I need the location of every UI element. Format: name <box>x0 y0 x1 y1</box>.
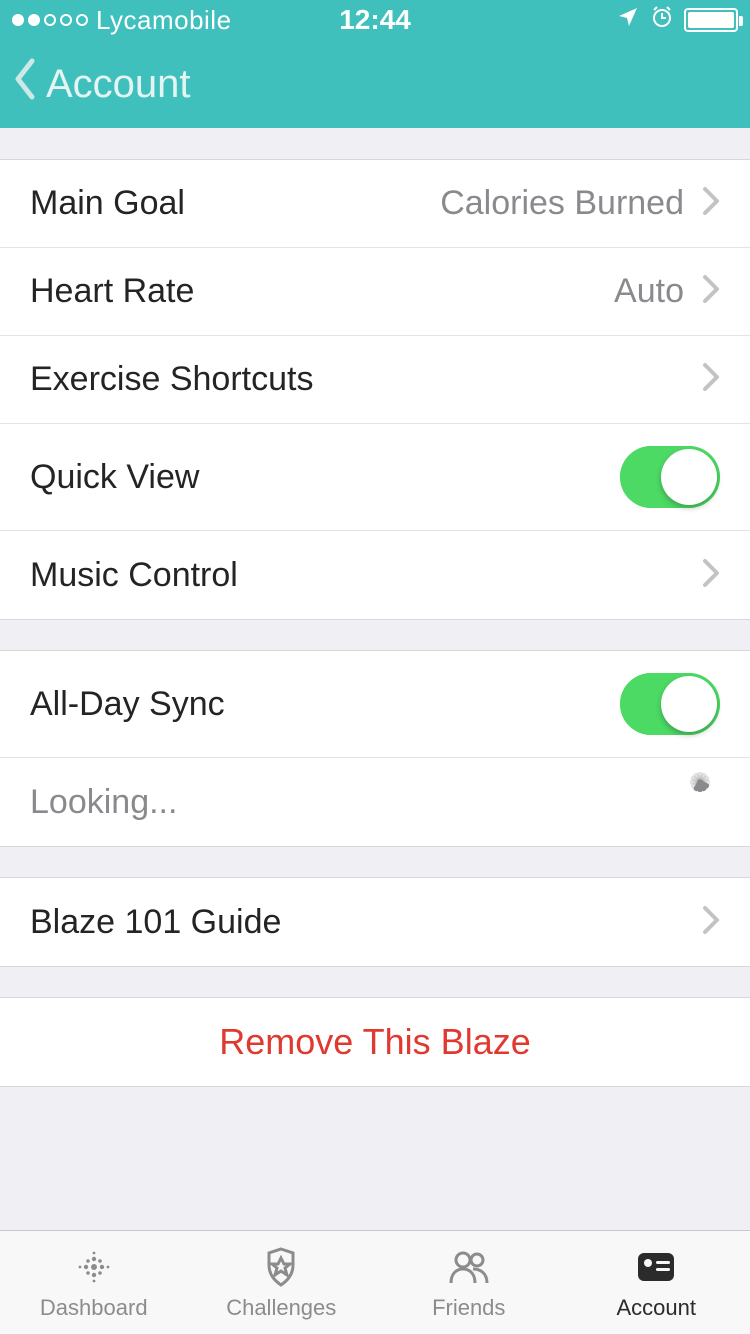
remove-device-button[interactable]: Remove This Blaze <box>0 998 750 1086</box>
row-music-control[interactable]: Music Control <box>0 531 750 619</box>
clock-label: 12:44 <box>339 4 411 36</box>
tab-bar: Dashboard Challenges Friends Account <box>0 1230 750 1334</box>
row-quick-view: Quick View <box>0 424 750 531</box>
row-label: Remove This Blaze <box>219 1021 530 1063</box>
row-exercise-shortcuts[interactable]: Exercise Shortcuts <box>0 336 750 424</box>
row-label: All-Day Sync <box>30 685 225 724</box>
chevron-right-icon <box>702 362 720 397</box>
status-bar: Lycamobile 12:44 <box>0 0 750 40</box>
friends-icon <box>447 1245 491 1289</box>
row-sync-status: Looking... <box>0 758 750 846</box>
settings-group-sync: All-Day Sync Looking... <box>0 651 750 846</box>
row-value: Calories Burned <box>440 184 684 223</box>
alarm-icon <box>650 5 674 36</box>
row-label: Heart Rate <box>30 272 194 311</box>
settings-content: Main Goal Calories Burned Heart Rate Aut… <box>0 128 750 1118</box>
row-guide[interactable]: Blaze 101 Guide <box>0 878 750 966</box>
spinner-icon <box>680 782 720 822</box>
settings-group-device: Main Goal Calories Burned Heart Rate Aut… <box>0 160 750 619</box>
tab-label: Challenges <box>226 1295 336 1321</box>
all-day-sync-toggle[interactable] <box>620 673 720 735</box>
page-title: Account <box>46 62 191 107</box>
tab-label: Friends <box>432 1295 505 1321</box>
tab-dashboard[interactable]: Dashboard <box>0 1231 188 1334</box>
chevron-right-icon <box>702 274 720 309</box>
row-label: Music Control <box>30 556 238 595</box>
row-heart-rate[interactable]: Heart Rate Auto <box>0 248 750 336</box>
chevron-right-icon <box>702 186 720 221</box>
tab-label: Account <box>617 1295 697 1321</box>
location-icon <box>616 5 640 36</box>
status-left: Lycamobile <box>12 5 232 36</box>
row-label: Main Goal <box>30 184 185 223</box>
chevron-right-icon <box>702 558 720 593</box>
row-label: Quick View <box>30 458 199 497</box>
row-label: Exercise Shortcuts <box>30 360 313 399</box>
section-gap <box>0 846 750 878</box>
row-all-day-sync: All-Day Sync <box>0 651 750 758</box>
tab-friends[interactable]: Friends <box>375 1231 563 1334</box>
section-gap <box>0 619 750 651</box>
chevron-left-icon <box>10 57 40 111</box>
row-value: Auto <box>614 272 684 311</box>
row-label: Looking... <box>30 783 177 822</box>
dashboard-icon <box>72 1245 116 1289</box>
tab-account[interactable]: Account <box>563 1231 750 1334</box>
quick-view-toggle[interactable] <box>620 446 720 508</box>
row-main-goal[interactable]: Main Goal Calories Burned <box>0 160 750 248</box>
signal-strength-icon <box>12 14 88 26</box>
nav-bar: Account <box>0 40 750 128</box>
back-button[interactable]: Account <box>10 57 191 111</box>
account-icon <box>634 1245 678 1289</box>
carrier-label: Lycamobile <box>96 5 232 36</box>
settings-group-guide: Blaze 101 Guide <box>0 878 750 966</box>
settings-group-remove: Remove This Blaze <box>0 998 750 1086</box>
tab-challenges[interactable]: Challenges <box>188 1231 376 1334</box>
challenges-icon <box>259 1245 303 1289</box>
status-right <box>616 5 738 36</box>
battery-icon <box>684 8 738 32</box>
section-gap <box>0 966 750 998</box>
row-label: Blaze 101 Guide <box>30 903 281 942</box>
tab-label: Dashboard <box>40 1295 148 1321</box>
chevron-right-icon <box>702 905 720 940</box>
section-gap <box>0 128 750 160</box>
section-gap <box>0 1086 750 1118</box>
